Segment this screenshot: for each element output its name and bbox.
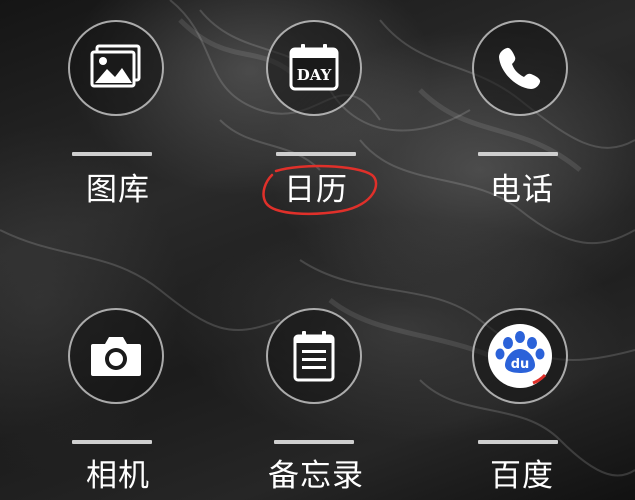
camera-label-underline: [72, 440, 152, 444]
app-label-baidu: 百度: [490, 458, 554, 494]
calendar-icon-button[interactable]: DAY: [266, 20, 362, 116]
app-memo[interactable]: 备忘录: [236, 300, 396, 500]
app-label-phone: 电话: [490, 172, 554, 208]
phone-icon: [499, 47, 541, 89]
baidu-paw-icon: du: [488, 324, 552, 388]
camera-icon-button[interactable]: [68, 308, 164, 404]
app-label-camera: 相机: [86, 458, 150, 494]
home-screen: 图库 DAY 日历 电话 相机 备忘录 du 百度: [0, 0, 635, 500]
phone-icon-button[interactable]: [472, 20, 568, 116]
app-camera[interactable]: 相机: [38, 300, 198, 500]
calendar-day-text: DAY: [297, 66, 332, 84]
memo-label-underline: [274, 440, 354, 444]
gallery-icon-button[interactable]: [68, 20, 164, 116]
notepad-icon: [293, 331, 335, 382]
camera-icon: [91, 337, 141, 376]
app-label-gallery: 图库: [86, 172, 150, 208]
gallery-label-underline: [72, 152, 152, 156]
phone-label-underline: [478, 152, 558, 156]
gallery-icon: [90, 44, 141, 88]
calendar-highlight-circle: [262, 164, 378, 216]
app-baidu[interactable]: du 百度: [442, 300, 602, 500]
app-phone[interactable]: 电话: [442, 18, 602, 238]
calendar-icon: DAY: [289, 44, 339, 91]
calendar-label-underline: [276, 152, 356, 156]
baidu-du-text: du: [511, 357, 530, 372]
app-gallery[interactable]: 图库: [38, 18, 198, 238]
baidu-label-underline: [478, 440, 558, 444]
app-label-memo: 备忘录: [268, 458, 364, 494]
memo-icon-button[interactable]: [266, 308, 362, 404]
baidu-icon-button[interactable]: du: [472, 308, 568, 404]
